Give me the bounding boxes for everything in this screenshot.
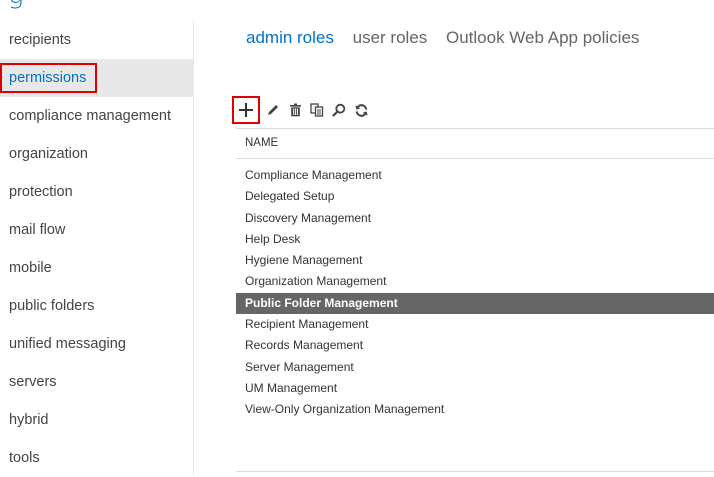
tab-bar: admin roles user roles Outlook Web App p… bbox=[246, 28, 653, 48]
sidebar-item-organization[interactable]: organization bbox=[0, 135, 193, 173]
table-bottom-divider bbox=[236, 471, 714, 472]
search-icon bbox=[332, 103, 346, 117]
table-row[interactable]: Delegated Setup bbox=[236, 186, 714, 207]
table-row[interactable]: Organization Management bbox=[236, 271, 714, 292]
copy-icon bbox=[310, 103, 324, 117]
sidebar-item-mobile[interactable]: mobile bbox=[0, 249, 193, 287]
tab-admin-roles[interactable]: admin roles bbox=[246, 28, 334, 47]
sidebar-item-public-folders[interactable]: public folders bbox=[0, 287, 193, 325]
table-row[interactable]: Compliance Management bbox=[236, 165, 714, 186]
table-row[interactable]: Recipient Management bbox=[236, 314, 714, 335]
add-icon bbox=[239, 103, 253, 117]
table-row[interactable]: Help Desk bbox=[236, 229, 714, 250]
add-button[interactable] bbox=[232, 96, 260, 124]
refresh-icon bbox=[354, 103, 368, 117]
edit-icon bbox=[268, 105, 278, 115]
table-body: Compliance Management Delegated Setup Di… bbox=[236, 165, 714, 421]
search-button[interactable] bbox=[328, 99, 350, 121]
sidebar-item-permissions-label: permissions bbox=[0, 63, 98, 94]
edit-button[interactable] bbox=[262, 99, 284, 121]
tab-user-roles[interactable]: user roles bbox=[353, 28, 428, 47]
table-row[interactable]: Records Management bbox=[236, 335, 714, 356]
table-row[interactable]: Server Management bbox=[236, 357, 714, 378]
sidebar-item-unified-messaging[interactable]: unified messaging bbox=[0, 325, 193, 363]
table-row[interactable]: Hygiene Management bbox=[236, 250, 714, 271]
sidebar-nav: recipients permissions compliance manage… bbox=[0, 21, 194, 476]
sidebar-item-tools[interactable]: tools bbox=[0, 439, 193, 477]
sidebar-item-protection[interactable]: protection bbox=[0, 173, 193, 211]
sidebar-item-mail-flow[interactable]: mail flow bbox=[0, 211, 193, 249]
sidebar-item-hybrid[interactable]: hybrid bbox=[0, 401, 193, 439]
sidebar-item-compliance-management[interactable]: compliance management bbox=[0, 97, 193, 135]
tab-outlook-web-app-policies[interactable]: Outlook Web App policies bbox=[446, 28, 639, 47]
delete-icon bbox=[289, 103, 301, 117]
sidebar-item-permissions[interactable]: permissions bbox=[0, 59, 193, 97]
toolbar bbox=[232, 96, 372, 124]
table-row[interactable]: View-Only Organization Management bbox=[236, 399, 714, 420]
sidebar-item-recipients[interactable]: recipients bbox=[0, 21, 193, 59]
table-row[interactable]: UM Management bbox=[236, 378, 714, 399]
table-row-selected[interactable]: Public Folder Management bbox=[236, 292, 714, 315]
refresh-button[interactable] bbox=[350, 99, 372, 121]
delete-button[interactable] bbox=[284, 99, 306, 121]
sidebar-item-servers[interactable]: servers bbox=[0, 363, 193, 401]
copy-button[interactable] bbox=[306, 99, 328, 121]
table-row[interactable]: Discovery Management bbox=[236, 208, 714, 229]
admin-roles-table: NAME Compliance Management Delegated Set… bbox=[236, 128, 714, 421]
column-header-name[interactable]: NAME bbox=[236, 128, 714, 159]
page-title-partial: g bbox=[8, 0, 24, 10]
